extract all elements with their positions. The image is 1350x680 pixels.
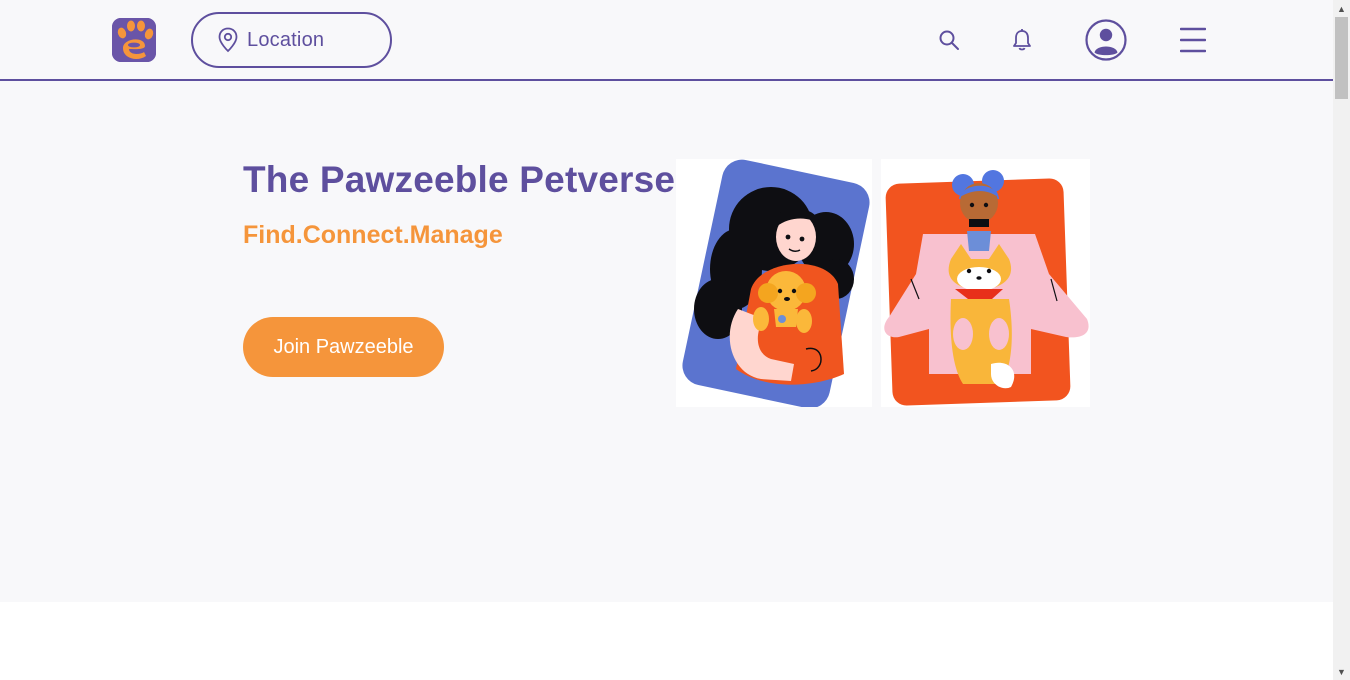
scrollbar-thumb[interactable] [1335, 17, 1348, 99]
map-pin-icon [218, 27, 238, 53]
top-navbar: Location [0, 0, 1333, 81]
scroll-down-arrow-icon[interactable]: ▼ [1333, 663, 1350, 680]
location-label: Location [247, 28, 325, 51]
join-button[interactable]: Join Pawzeeble [243, 317, 444, 377]
location-selector[interactable]: Location [191, 12, 392, 68]
hero-tagline: Find.Connect.Manage [243, 221, 503, 249]
hero-section: The Pawzeeble Petverse Find.Connect.Mana… [0, 81, 1333, 602]
vertical-scrollbar[interactable]: ▲ ▼ [1333, 0, 1350, 680]
hamburger-menu-icon[interactable] [1180, 26, 1206, 54]
hero-title: The Pawzeeble Petverse [243, 159, 676, 200]
woman-with-poodle-illustration [676, 159, 872, 407]
paw-logo-icon[interactable] [112, 18, 156, 62]
bell-icon[interactable] [1011, 28, 1033, 52]
scroll-up-arrow-icon[interactable]: ▲ [1333, 0, 1350, 17]
man-with-shiba-illustration [881, 159, 1090, 407]
search-icon[interactable] [938, 29, 960, 51]
user-avatar-icon[interactable] [1085, 19, 1127, 61]
page: Location The Pawzeeble Petverse Find.Con… [0, 0, 1333, 680]
